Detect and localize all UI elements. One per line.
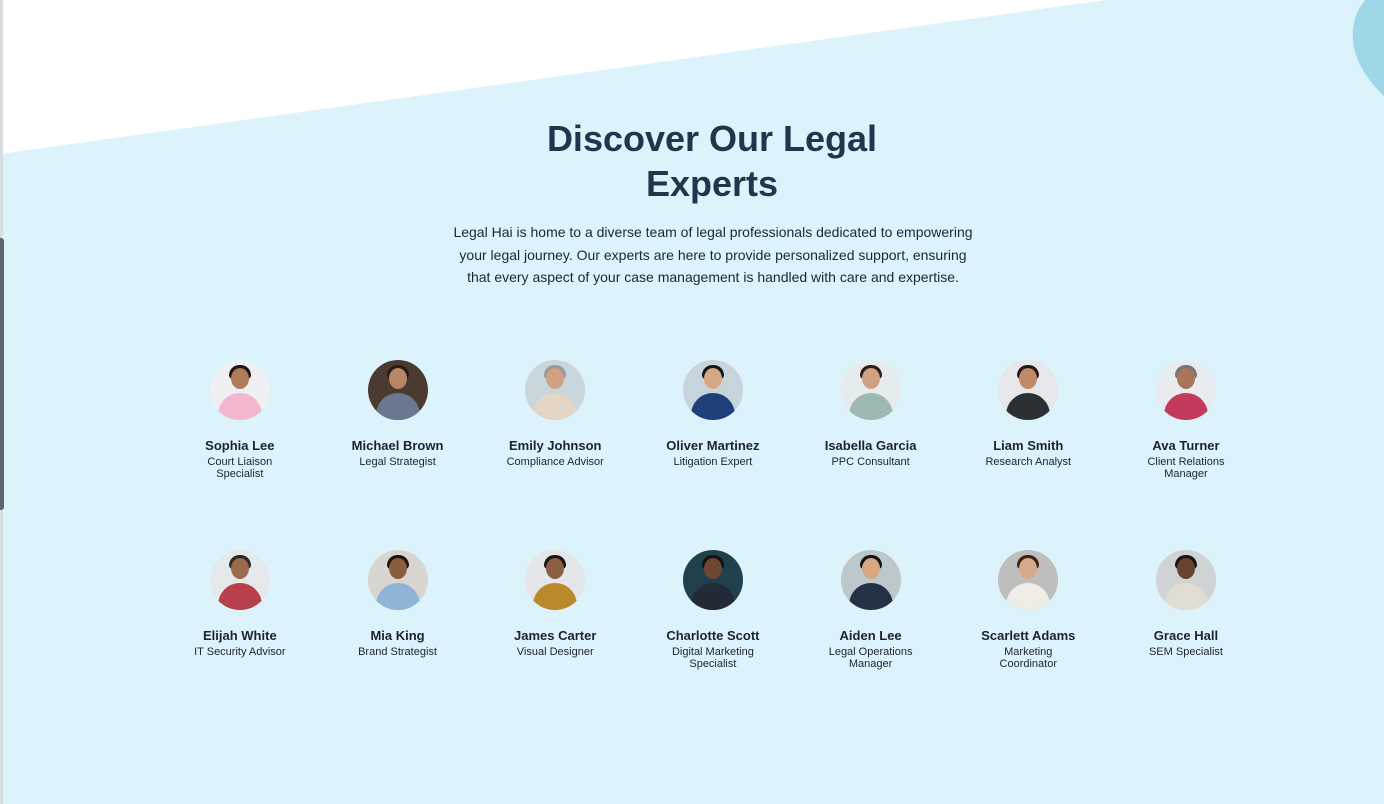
- expert-name: James Carter: [514, 628, 597, 643]
- section-title-line-1: Discover Our Legal: [546, 118, 878, 159]
- expert-card[interactable]: Emily Johnson Compliance Advisor: [476, 360, 634, 468]
- section-title-line-2: Experts: [645, 163, 779, 204]
- expert-role: Research Analyst: [985, 456, 1072, 468]
- expert-name: Elijah White: [203, 628, 277, 643]
- expert-card[interactable]: Isabella Garcia PPC Consultant: [792, 360, 950, 468]
- expert-avatar: [840, 550, 901, 610]
- expert-avatar: [209, 550, 270, 610]
- expert-card[interactable]: Charlotte Scott Digital Marketing Special…: [634, 550, 792, 670]
- expert-card[interactable]: Grace Hall SEM Specialist: [1107, 550, 1265, 658]
- expert-name: Scarlett Adams: [981, 628, 1076, 643]
- expert-card[interactable]: Elijah White IT Security Advisor: [161, 550, 319, 658]
- expert-name: Sophia Lee: [205, 438, 275, 453]
- expert-name: Michael Brown: [351, 438, 444, 453]
- expert-avatar: [1155, 550, 1216, 610]
- expert-name: Mia King: [370, 628, 425, 643]
- expert-role: PPC Consultant: [831, 456, 910, 468]
- expert-avatar: [998, 360, 1059, 420]
- expert-name: Charlotte Scott: [666, 628, 760, 643]
- expert-name: Oliver Martinez: [666, 438, 760, 453]
- expert-avatar: [682, 550, 743, 610]
- expert-card[interactable]: Oliver Martinez Litigation Expert: [634, 360, 792, 468]
- expert-card[interactable]: Ava Turner Client Relations Manager: [1107, 360, 1265, 480]
- expert-avatar: [998, 550, 1059, 610]
- expert-role: Legal Strategist: [359, 456, 436, 468]
- expert-role: Visual Designer: [516, 646, 594, 658]
- expert-name: Isabella Garcia: [824, 438, 917, 453]
- expert-card[interactable]: Michael Brown Legal Strategist: [319, 360, 477, 468]
- expert-card[interactable]: Sophia Lee Court Liaison Specialist: [161, 360, 319, 480]
- expert-name: Ava Turner: [1152, 438, 1220, 453]
- side-scroll-handle[interactable]: [0, 238, 4, 510]
- expert-role: Court Liaison Specialist: [207, 456, 273, 480]
- expert-card[interactable]: James Carter Visual Designer: [476, 550, 634, 658]
- expert-avatar: [367, 360, 428, 420]
- expert-role: Litigation Expert: [673, 456, 753, 468]
- corner-accent-shape: [1352, 0, 1384, 96]
- expert-card[interactable]: Aiden Lee Legal Operations Manager: [792, 550, 950, 670]
- expert-avatar: [209, 360, 270, 420]
- expert-role: Compliance Advisor: [506, 456, 604, 468]
- expert-avatar: [1155, 360, 1216, 420]
- expert-role: SEM Specialist: [1148, 646, 1223, 658]
- expert-role: Client Relations Manager: [1147, 456, 1225, 480]
- expert-role: Legal Operations Manager: [828, 646, 913, 670]
- expert-name: Grace Hall: [1153, 628, 1219, 643]
- expert-name: Emily Johnson: [508, 438, 602, 453]
- expert-avatar: [840, 360, 901, 420]
- expert-card[interactable]: Scarlett Adams Marketing Coordinator: [949, 550, 1107, 670]
- section-title: Discover Our Legal Experts: [442, 116, 982, 206]
- section-description: Legal Hai is home to a diverse team of l…: [453, 224, 973, 285]
- expert-avatar: [367, 550, 428, 610]
- expert-role: IT Security Advisor: [194, 646, 286, 658]
- expert-avatar: [525, 550, 586, 610]
- expert-card[interactable]: Mia King Brand Strategist: [319, 550, 477, 658]
- expert-card[interactable]: Liam Smith Research Analyst: [949, 360, 1107, 468]
- expert-role: Brand Strategist: [358, 646, 437, 658]
- expert-role: Marketing Coordinator: [999, 646, 1058, 670]
- expert-name: Aiden Lee: [839, 628, 902, 643]
- expert-avatar: [682, 360, 743, 420]
- experts-grid: Sophia Lee Court Liaison Specialist Michae…: [161, 360, 1265, 670]
- expert-role: Digital Marketing Specialist: [671, 646, 754, 670]
- expert-avatar: [525, 360, 586, 420]
- expert-name: Liam Smith: [993, 438, 1064, 453]
